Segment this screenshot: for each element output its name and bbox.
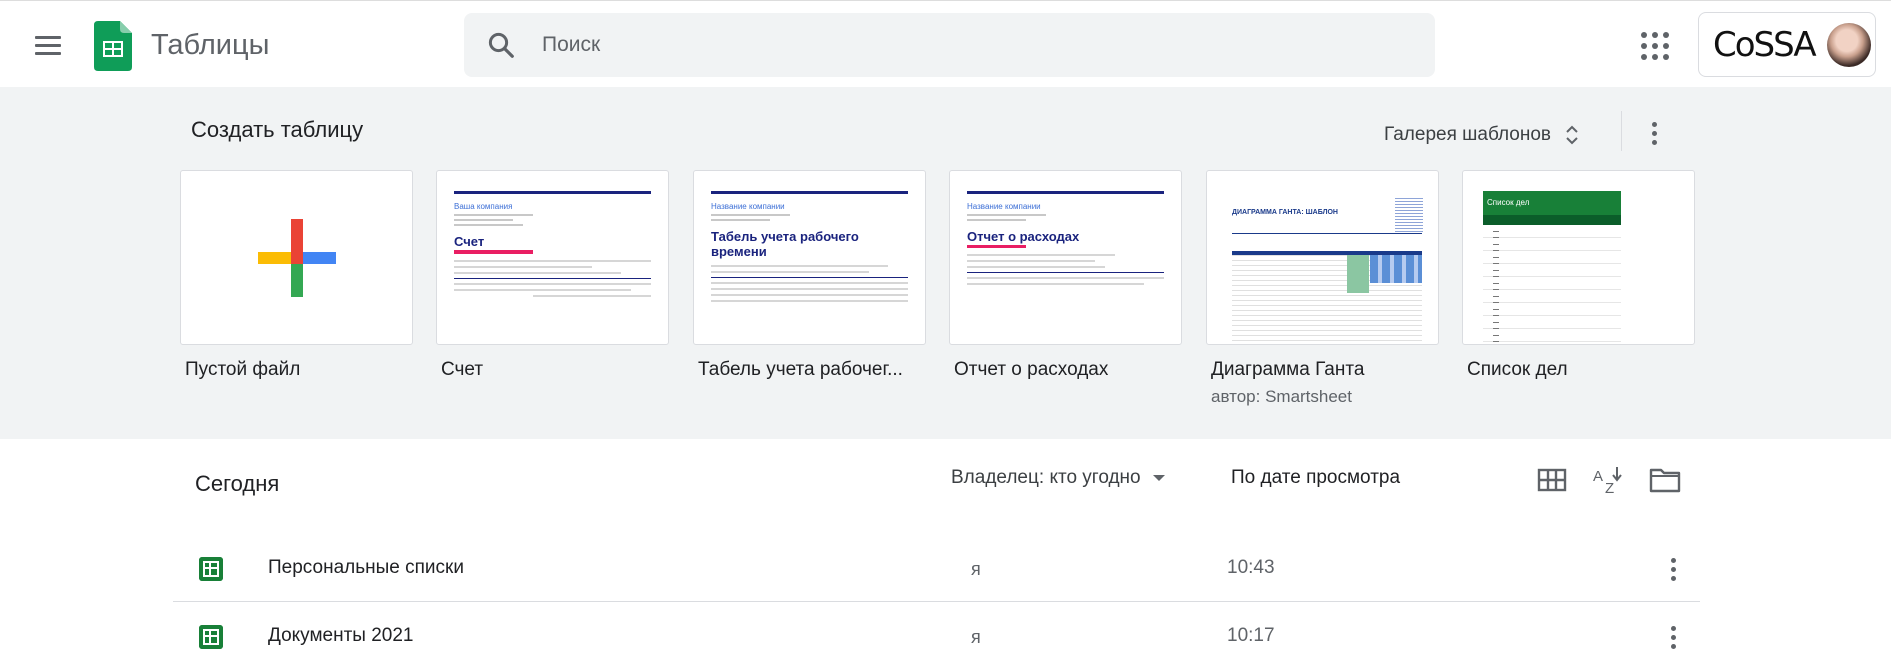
template-invoice[interactable]: Ваша компания Счет Счет [436,170,669,381]
section-title: Сегодня [195,471,280,496]
preview-title: Табель учета рабочего времени [711,229,859,259]
sheets-file-icon [199,625,223,649]
template-timesheet[interactable]: Название компании Табель учета рабочего … [693,170,926,381]
preview-title: Счет [454,234,485,249]
template-thumbnail[interactable]: Название компании Табель учета рабочего … [693,170,926,345]
owner-filter-dropdown[interactable]: Владелец: кто угодно [951,467,1165,489]
file-name[interactable]: Персональные списки [268,557,464,579]
file-owner: я [971,627,981,647]
account-switcher[interactable]: CoSSA [1698,12,1876,77]
svg-text:Z: Z [1605,480,1614,497]
template-label: Список дел [1467,359,1568,380]
search-input[interactable] [540,13,1400,77]
file-list-header: Сегодня Владелец: кто угодно По дате про… [0,439,1891,529]
owner-filter-label: Владелец: кто угодно [951,467,1141,488]
template-thumbnail[interactable]: ДИАГРАММА ГАНТА: ШАБЛОН [1206,170,1439,345]
search-icon[interactable] [486,30,516,60]
template-label: Диаграмма Ганта [1211,359,1365,380]
template-expense-report[interactable]: Название компании Отчет о расходах Отчет… [949,170,1182,381]
account-brand-logo: CoSSA [1713,25,1817,65]
main-menu-button[interactable] [26,24,70,68]
template-label: Пустой файл [185,359,301,380]
preview-title: ДИАГРАММА ГАНТА: ШАБЛОН [1232,209,1338,216]
more-vert-icon[interactable] [1637,113,1671,153]
sheets-logo-icon[interactable] [94,21,132,71]
preview-company: Название компании [711,202,785,211]
sheets-file-icon [199,557,223,581]
divider [173,601,1700,602]
template-thumbnail[interactable]: Ваша компания Счет [436,170,669,345]
file-name[interactable]: Документы 2021 [268,625,414,647]
app-title[interactable]: Таблицы [151,27,269,63]
template-label: Счет [441,359,484,380]
more-vert-icon[interactable] [1656,551,1690,587]
create-spreadsheet-heading: Создать таблицу [191,117,364,142]
file-last-opened: 10:43 [1227,557,1275,578]
file-row[interactable]: Документы 2021 я 10:17 [173,603,1700,671]
file-row[interactable]: Персональные списки я 10:43 [173,535,1700,603]
template-thumbnail[interactable]: Список дел [1462,170,1695,345]
unfold-icon [1566,125,1578,145]
google-apps-button[interactable] [1634,25,1674,65]
menu-icon [35,36,61,56]
template-thumbnail[interactable]: Название компании Отчет о расходах [949,170,1182,345]
preview-title: Отчет о расходах [967,229,1080,244]
preview-title: Список дел [1483,191,1621,215]
search-bar[interactable] [464,13,1435,77]
template-thumbnail[interactable] [180,170,413,345]
plus-icon [258,219,336,297]
template-todo-list[interactable]: Список дел Список дел [1462,170,1695,381]
app-header: Таблицы CoSSA [0,0,1891,87]
template-label: Табель учета рабочег... [698,359,903,380]
file-owner: я [971,559,981,579]
preview-company: Ваша компания [454,202,513,211]
template-gallery-section: Создать таблицу Галерея шаблонов Пустой … [0,87,1891,439]
sort-by-button[interactable]: По дате просмотра [1231,467,1400,489]
template-gallery-button[interactable]: Галерея шаблонов [1384,115,1579,155]
folder-icon[interactable] [1648,463,1682,497]
file-last-opened: 10:17 [1227,625,1275,646]
template-blank[interactable]: Пустой файл [180,170,413,381]
more-vert-icon[interactable] [1656,619,1690,655]
template-gallery-label: Галерея шаблонов [1384,124,1552,145]
template-label: Отчет о расходах [954,359,1109,380]
svg-text:A: A [1593,468,1603,485]
sort-az-icon[interactable]: A Z [1591,463,1625,497]
avatar[interactable] [1827,23,1871,67]
chevron-down-icon [1152,475,1165,481]
template-gantt[interactable]: ДИАГРАММА ГАНТА: ШАБЛОН Диаграмма Ганта … [1206,170,1439,407]
preview-company: Название компании [967,202,1041,211]
grid-view-icon[interactable] [1535,463,1569,497]
template-author: автор: Smartsheet [1211,387,1352,406]
divider [1621,111,1622,151]
